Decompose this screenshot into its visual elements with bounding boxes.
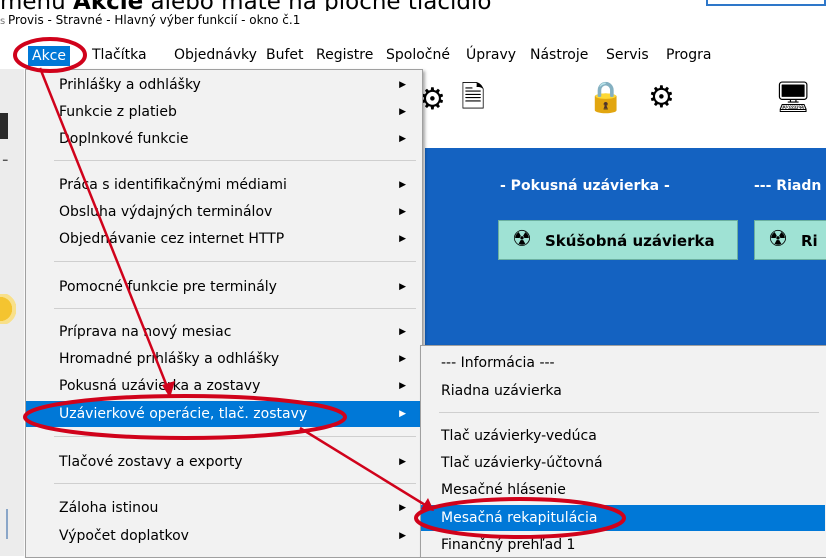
menu-item-pomocne-funkcie[interactable]: Pomocné funkcie pre terminály ▶ xyxy=(26,274,420,300)
left-edge-dark-block xyxy=(0,113,8,139)
left-edge-strip: - xyxy=(0,69,24,556)
menu-item-priprava-mesiac[interactable]: Príprava na nový mesiac ▶ xyxy=(26,319,420,345)
menu-separator xyxy=(54,261,416,262)
chevron-right-icon: ▶ xyxy=(399,531,406,541)
chevron-right-icon: ▶ xyxy=(399,503,406,513)
chevron-right-icon: ▶ xyxy=(399,282,406,292)
chevron-right-icon: ▶ xyxy=(399,234,406,244)
document-arrow-icon[interactable]: 🗎 xyxy=(461,81,485,115)
menu-item-vydajne-terminaly[interactable]: Obsluha výdajných terminálov ▶ xyxy=(26,199,420,225)
submenu-item-tlac-uctovna[interactable]: Tlač uzávierky-účtovná xyxy=(421,450,825,476)
chevron-right-icon: ▶ xyxy=(399,180,406,190)
uzavierkove-operacie-submenu: --- Informácia --- Riadna uzávierka Tlač… xyxy=(420,345,826,558)
menu-item-uzavierkove-operacie[interactable]: Uzávierkové operácie, tlač. zostavy ▶ xyxy=(26,401,420,427)
menu-upravy[interactable]: Úpravy xyxy=(464,42,518,69)
regular-closing-button[interactable]: ☢ Ri xyxy=(754,220,826,260)
chevron-right-icon: ▶ xyxy=(399,134,406,144)
menu-akce[interactable]: Akce xyxy=(28,46,70,66)
menu-separator xyxy=(54,160,416,161)
submenu-item-financny-prehlad[interactable]: Finančný prehľad 1 xyxy=(421,532,825,558)
monitor-icon[interactable]: 🖥 xyxy=(774,81,812,115)
menu-separator xyxy=(54,308,416,309)
caption-button-frame xyxy=(706,0,826,6)
gear-icon[interactable]: ⚙ xyxy=(648,81,675,115)
closing-key-icon: ☢ xyxy=(512,227,532,252)
menu-item-prihlasky[interactable]: Prihlášky a odhlášky ▶ xyxy=(26,72,420,98)
submenu-item-tlac-veduca[interactable]: Tlač uzávierky-vedúca xyxy=(421,423,825,449)
menu-spolocne[interactable]: Spoločné xyxy=(384,42,452,69)
chevron-right-icon: ▶ xyxy=(399,409,406,419)
chevron-right-icon: ▶ xyxy=(399,457,406,467)
padlock-icon[interactable]: 🔒 xyxy=(587,81,624,115)
menu-separator xyxy=(54,436,416,437)
menu-nastroje[interactable]: Nástroje xyxy=(528,42,590,69)
chevron-right-icon: ▶ xyxy=(399,207,406,217)
menu-item-objednavanie-http[interactable]: Objednávanie cez internet HTTP ▶ xyxy=(26,226,420,252)
menu-item-funkcie-z-platieb[interactable]: Funkcie z platieb ▶ xyxy=(26,99,420,125)
chevron-right-icon: ▶ xyxy=(399,354,406,364)
chevron-right-icon: ▶ xyxy=(399,381,406,391)
menu-separator xyxy=(439,412,819,413)
menu-objednavky[interactable]: Objednávky xyxy=(172,42,259,69)
submenu-item-mesacne-hlasenie[interactable]: Mesačné hlásenie xyxy=(421,477,825,503)
left-edge-line xyxy=(6,509,8,539)
menu-item-hromadne-prihlasky[interactable]: Hromadné prihlášky a odhlášky ▶ xyxy=(26,346,420,372)
chevron-right-icon: ▶ xyxy=(399,107,406,117)
window-titlebar: s Provis - Stravné - Hlavný výber funkcií… xyxy=(0,11,826,29)
heading-trial-closing: - Pokusná uzávierka - xyxy=(500,178,670,194)
menu-item-identifikacne-media[interactable]: Práca s identifikačnými médiami ▶ xyxy=(26,172,420,198)
menu-tlacitka[interactable]: Tlačítka xyxy=(90,42,149,69)
menu-item-zaloha-istinou[interactable]: Záloha istinou ▶ xyxy=(26,495,420,521)
left-edge-yellow-icon xyxy=(0,294,16,324)
regular-closing-button-label: Ri xyxy=(801,232,818,250)
menu-item-vypocet-doplatkov[interactable]: Výpočet doplatkov ▶ xyxy=(26,523,420,549)
trial-closing-button[interactable]: ☢ Skúšobná uzávierka xyxy=(498,220,738,260)
tool-key-icon[interactable]: ⚙ xyxy=(419,83,446,117)
trial-closing-button-label: Skúšobná uzávierka xyxy=(545,232,715,250)
menu-registre[interactable]: Registre xyxy=(314,42,375,69)
menu-item-doplnkove-funkcie[interactable]: Doplnkové funkcie ▶ xyxy=(26,126,420,152)
menu-item-tlacove-zostavy[interactable]: Tlačové zostavy a exporty ▶ xyxy=(26,449,420,475)
menu-bufet[interactable]: Bufet xyxy=(264,42,306,69)
app-icon: s xyxy=(0,16,6,27)
menu-bar: Akce Tlačítka Objednávky Bufet Registre … xyxy=(0,42,826,69)
akcie-dropdown-menu: Prihlášky a odhlášky ▶ Funkcie z platieb ▶… xyxy=(25,69,423,558)
menu-servis[interactable]: Servis xyxy=(604,42,651,69)
submenu-item-riadna-uzavierka[interactable]: Riadna uzávierka xyxy=(421,378,825,404)
submenu-item-mesacna-rekapitulacia[interactable]: Mesačná rekapitulácia xyxy=(421,505,825,531)
window-title: Provis - Stravné - Hlavný výber funkcií … xyxy=(8,13,301,27)
chevron-right-icon: ▶ xyxy=(399,327,406,337)
submenu-item-informacia[interactable]: --- Informácia --- xyxy=(421,350,825,376)
left-edge-glyph: - xyxy=(2,149,9,170)
menu-programy[interactable]: Progra xyxy=(664,42,713,69)
closing-key-icon: ☢ xyxy=(768,227,788,252)
menu-separator xyxy=(54,483,416,484)
menu-item-pokusna-uzavierka[interactable]: Pokusná uzávierka a zostavy ▶ xyxy=(26,373,420,399)
heading-regular-closing: --- Riadn xyxy=(754,178,822,194)
chevron-right-icon: ▶ xyxy=(399,80,406,90)
